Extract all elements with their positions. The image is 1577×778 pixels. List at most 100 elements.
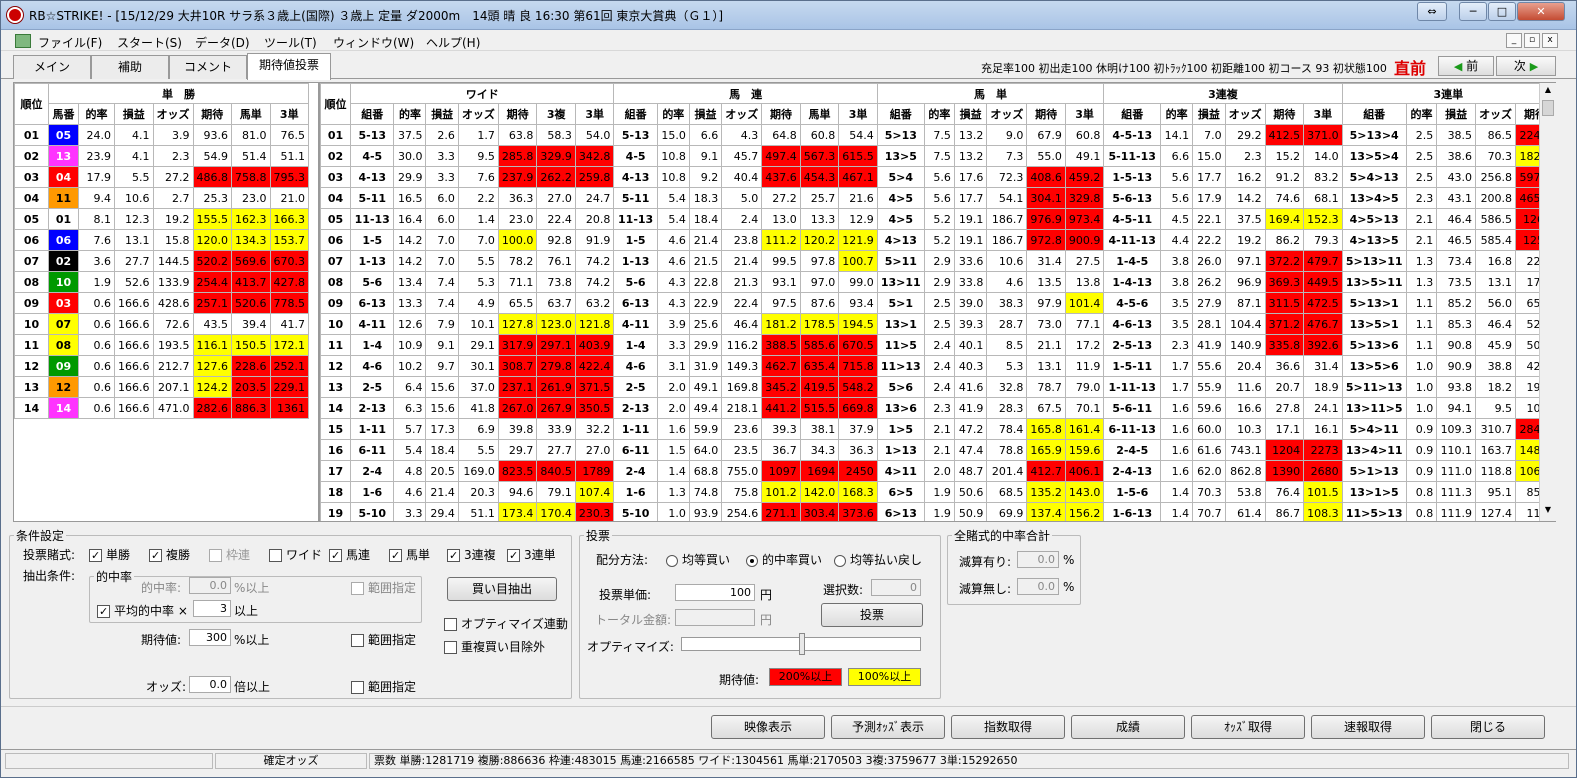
table-row[interactable]: 11 1-4 10.9 9.1 29.1 317.9 297.1 403.9 1-4 3.3 29.…: [320, 334, 1555, 356]
restore-icon[interactable]: ⇔: [1417, 2, 1447, 21]
hit-rate-input[interactable]: 0.0: [189, 577, 231, 594]
scroll-up-icon[interactable]: ▲: [1542, 85, 1554, 97]
value-cell: 972.8: [1026, 229, 1066, 251]
menu-help[interactable]: ヘルプ(H): [426, 34, 480, 51]
tab-comment[interactable]: コメント: [169, 55, 247, 79]
table-row[interactable]: 04 5-11 16.5 6.0 2.2 36.3 27.0 24.7 5-11 5.4 18.3 5…: [320, 187, 1555, 209]
table-row[interactable]: 11 08 0.6 166.6 193.5 116.1 150.5 172.1: [14, 334, 309, 356]
next-button[interactable]: 次 ▶: [1496, 56, 1556, 76]
scroll-down-icon[interactable]: ▼: [1542, 505, 1554, 517]
bet-check-2[interactable]: 枠連: [209, 546, 250, 563]
table-row[interactable]: 12 09 0.6 166.6 212.7 127.6 228.6 252.1: [14, 355, 309, 377]
table-row[interactable]: 12 4-6 10.2 9.7 30.1 308.7 279.8 422.4 4-6 3.1 31.…: [320, 355, 1555, 377]
value-cell: 40.4: [721, 166, 763, 188]
menu-window[interactable]: ウィンドウ(W): [333, 34, 414, 51]
value-cell: 254.6: [721, 502, 763, 521]
optimize-slider-thumb[interactable]: [799, 633, 805, 655]
col-header: オッズ: [1224, 103, 1266, 125]
vertical-scrollbar[interactable]: ▲ ▼: [1539, 83, 1556, 521]
value-cell: 317.9: [497, 334, 538, 356]
table-row[interactable]: 19 5-10 3.3 29.4 51.1 173.4 170.4 230.3 5-10 1.0 9…: [320, 502, 1555, 521]
mdi-minimize-icon[interactable]: _: [1506, 33, 1522, 48]
range-check-3[interactable]: 範囲指定: [351, 678, 416, 695]
combo-cell: 1-4: [613, 334, 658, 356]
table-row[interactable]: 13 2-5 6.4 15.6 37.0 237.1 261.9 371.5 2-5 2.0 49.…: [320, 376, 1555, 398]
table-row[interactable]: 15 1-11 5.7 17.3 6.9 39.8 33.9 32.2 1-11 1.6 59.9 2…: [320, 418, 1555, 440]
horse-number: 13: [48, 145, 79, 167]
menu-tools[interactable]: ツール(T): [264, 34, 317, 51]
table-row[interactable]: 10 07 0.6 166.6 72.6 43.5 39.4 41.7: [14, 313, 309, 335]
radio-equal-payout[interactable]: 均等払い戻し: [834, 551, 922, 568]
value-cell: 76.5: [269, 124, 309, 146]
unit-input[interactable]: 100: [675, 584, 755, 601]
avg-hit-input[interactable]: 3: [193, 600, 231, 617]
close-app-button[interactable]: 閉じる: [1431, 715, 1545, 739]
radio-hitrate[interactable]: 的中率買い: [746, 551, 822, 568]
index-button[interactable]: 指数取得: [951, 715, 1065, 739]
flash-button[interactable]: 速報取得: [1311, 715, 1425, 739]
table-row[interactable]: 02 4-5 30.0 3.3 9.5 285.8 329.9 342.8 4-5 10.8 9.1…: [320, 145, 1555, 167]
table-row[interactable]: 18 1-6 4.6 21.4 20.3 94.6 79.1 107.4 1-6 1.3 74.8 7…: [320, 481, 1555, 503]
menu-data[interactable]: データ(D): [195, 34, 250, 51]
table-row[interactable]: 13 12 0.6 166.6 207.1 124.2 203.5 229.1: [14, 376, 309, 398]
optimize-link-check[interactable]: オプティマイズ連動: [444, 615, 568, 632]
odds-button[interactable]: ｵｯｽﾞ取得: [1191, 715, 1305, 739]
table-row[interactable]: 10 4-11 12.6 7.9 10.1 127.8 123.0 121.8 4-11 3.9 2…: [320, 313, 1555, 335]
range-check-2[interactable]: 範囲指定: [351, 631, 416, 648]
predict-odds-button[interactable]: 予測ｵｯｽﾞ表示: [831, 715, 945, 739]
menu-file[interactable]: ファイル(F): [38, 34, 102, 51]
value-cell: 1361: [269, 397, 309, 419]
bet-check-5[interactable]: 馬単: [389, 546, 430, 563]
table-row[interactable]: 08 10 1.9 52.6 133.9 254.4 413.7 427.8: [14, 271, 309, 293]
tab-main[interactable]: メイン: [13, 55, 91, 79]
table-row[interactable]: 05 11-13 16.4 6.0 1.4 23.0 22.4 20.8 11-13 5.4 18.…: [320, 208, 1555, 230]
table-row[interactable]: 06 06 7.6 13.1 15.8 120.0 134.3 153.7: [14, 229, 309, 251]
close-button[interactable]: ✕: [1517, 2, 1565, 21]
table-row[interactable]: 09 03 0.6 166.6 428.6 257.1 520.6 778.5: [14, 292, 309, 314]
bet-check-4[interactable]: 馬連: [329, 546, 370, 563]
prev-button[interactable]: ◀ 前: [1438, 56, 1494, 76]
tab-sub[interactable]: 補助: [91, 55, 169, 79]
table-row[interactable]: 08 5-6 13.4 7.4 5.3 71.1 73.8 74.2 5-6 4.3 22.8 21.…: [320, 271, 1555, 293]
dup-exclude-check[interactable]: 重複買い目除外: [444, 638, 545, 655]
bet-check-3[interactable]: ワイド: [269, 546, 322, 563]
table-row[interactable]: 03 04 17.9 5.5 27.2 486.8 758.8 795.3: [14, 166, 309, 188]
table-row[interactable]: 14 14 0.6 166.6 471.0 282.6 886.3 1361: [14, 397, 309, 419]
scroll-thumb[interactable]: [1542, 100, 1554, 116]
table-row[interactable]: 07 1-13 14.2 7.0 5.5 78.2 76.1 74.2 1-13 4.6 21.5 2…: [320, 250, 1555, 272]
combo-cell: 4-5-6: [1103, 292, 1162, 314]
table-row[interactable]: 09 6-13 13.3 7.4 4.9 65.5 63.7 63.2 6-13 4.3 22.9 2…: [320, 292, 1555, 314]
mdi-restore-icon[interactable]: ▫: [1524, 33, 1540, 48]
mdi-close-icon[interactable]: x: [1542, 33, 1558, 48]
table-row[interactable]: 05 01 8.1 12.3 19.2 155.5 162.3 166.3: [14, 208, 309, 230]
bet-check-1[interactable]: 複勝: [149, 546, 190, 563]
table-row[interactable]: 14 2-13 6.3 15.6 41.8 267.0 267.9 350.5 2-13 2.0 4…: [320, 397, 1555, 419]
table-row[interactable]: 07 02 3.6 27.7 144.5 520.2 569.6 670.3: [14, 250, 309, 272]
table-row[interactable]: 02 13 23.9 4.1 2.3 54.9 51.4 51.1: [14, 145, 309, 167]
expected-input[interactable]: 300: [189, 629, 231, 646]
bet-check-0[interactable]: 単勝: [89, 546, 130, 563]
avg-hit-check[interactable]: 平均的中率 ×: [97, 602, 188, 619]
maximize-button[interactable]: □: [1488, 2, 1516, 21]
table-row[interactable]: 03 4-13 29.9 3.3 7.6 237.9 262.2 259.8 4-13 10.8 9…: [320, 166, 1555, 188]
odds-input[interactable]: 0.0: [189, 676, 231, 693]
bet-check-7[interactable]: 3連単: [507, 546, 556, 563]
video-button[interactable]: 映像表示: [711, 715, 825, 739]
vote-button[interactable]: 投票: [821, 603, 923, 627]
value-cell: 19.2: [152, 208, 194, 230]
menu-start[interactable]: スタート(S): [117, 34, 182, 51]
table-row[interactable]: 04 11 9.4 10.6 2.7 25.3 23.0 21.0: [14, 187, 309, 209]
radio-equal[interactable]: 均等買い: [666, 551, 730, 568]
table-row[interactable]: 01 05 24.0 4.1 3.9 93.6 81.0 76.5: [14, 124, 309, 146]
range-check-1[interactable]: 範囲指定: [351, 579, 416, 596]
minimize-button[interactable]: ─: [1459, 2, 1487, 21]
tab-expected-vote[interactable]: 期待値投票: [247, 53, 331, 80]
value-cell: 186.7: [986, 229, 1028, 251]
extract-button[interactable]: 買い目抽出: [447, 577, 557, 601]
table-row[interactable]: 16 6-11 5.4 18.4 5.5 29.7 27.7 27.0 6-11 1.5 64.0 2…: [320, 439, 1555, 461]
bet-check-6[interactable]: 3連複: [447, 546, 496, 563]
table-row[interactable]: 01 5-13 37.5 2.6 1.7 63.8 58.3 54.0 5-13 15.0 6.6 4…: [320, 124, 1555, 146]
table-row[interactable]: 06 1-5 14.2 7.0 7.0 100.0 92.8 91.9 1-5 4.6 21.4 23…: [320, 229, 1555, 251]
results-button[interactable]: 成績: [1071, 715, 1185, 739]
table-row[interactable]: 17 2-4 4.8 20.5 169.0 823.5 840.5 1789 2-4 1.4 68.…: [320, 460, 1555, 482]
